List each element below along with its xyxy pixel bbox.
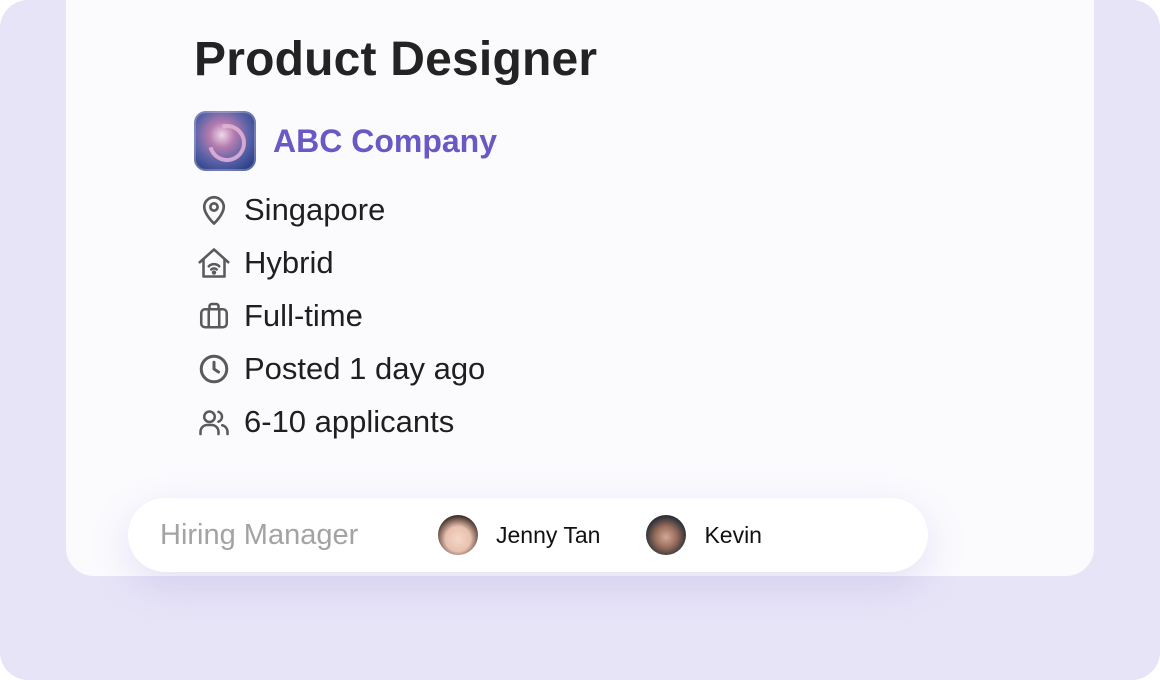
map-pin-icon	[194, 190, 234, 230]
employment-type-text: Full-time	[244, 298, 363, 333]
location-row: Singapore	[194, 190, 385, 230]
company-logo-icon	[194, 111, 256, 171]
clock-icon	[194, 349, 234, 389]
company-name-link[interactable]: ABC Company	[273, 123, 497, 160]
applicants-text: 6-10 applicants	[244, 404, 455, 439]
posted-row: Posted 1 day ago	[194, 349, 485, 389]
avatar	[438, 515, 478, 555]
location-text: Singapore	[244, 192, 386, 227]
hiring-manager-label: Hiring Manager	[160, 518, 359, 551]
users-icon	[194, 402, 234, 442]
work-mode-text: Hybrid	[244, 245, 334, 280]
avatar	[646, 515, 687, 555]
employment-type-row: Full-time	[194, 296, 363, 336]
work-mode-row: Hybrid	[194, 243, 334, 283]
posted-text: Posted 1 day ago	[244, 351, 486, 386]
page-background: Product Designer ABC Company Singapore H…	[0, 0, 1160, 680]
company-row[interactable]: ABC Company	[194, 111, 497, 171]
hiring-manager-name: Jenny Tan	[496, 521, 601, 548]
job-title: Product Designer	[194, 33, 598, 86]
job-card: Product Designer ABC Company Singapore H…	[66, 0, 1094, 576]
hiring-manager-jenny[interactable]: Jenny Tan	[438, 515, 600, 555]
hiring-manager-name: Kevin	[704, 521, 762, 548]
briefcase-icon	[194, 296, 234, 336]
hiring-manager-bar: Hiring Manager Jenny Tan Kevin	[128, 498, 928, 572]
home-wifi-icon	[194, 243, 234, 283]
hiring-manager-kevin[interactable]: Kevin	[646, 515, 762, 555]
applicants-row: 6-10 applicants	[194, 402, 454, 442]
